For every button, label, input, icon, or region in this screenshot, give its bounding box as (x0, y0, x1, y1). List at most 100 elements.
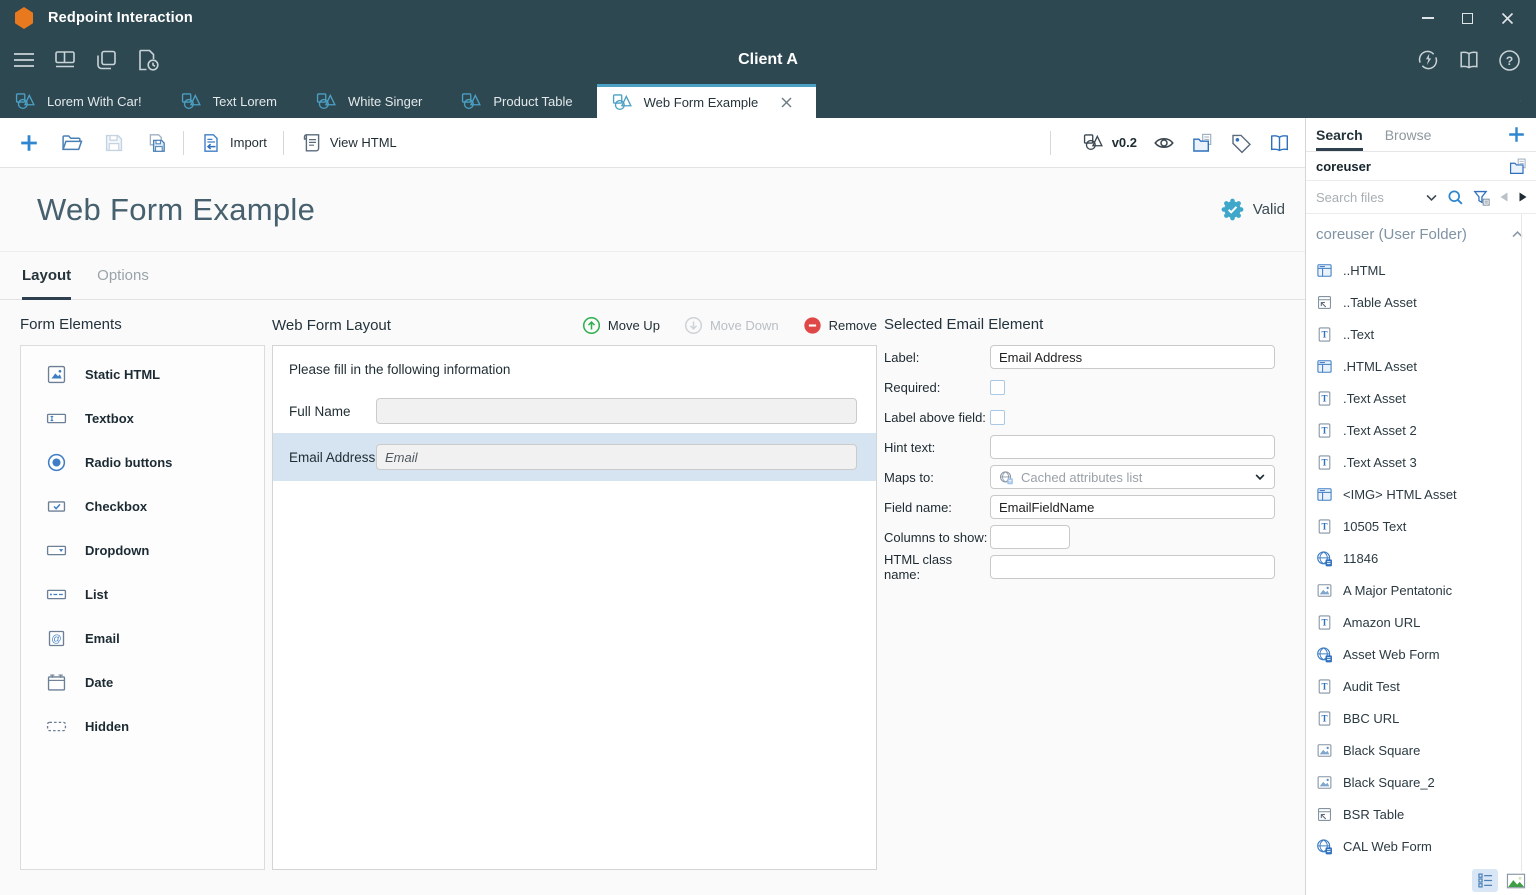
next-arrow-icon[interactable] (1518, 191, 1528, 203)
file-list-scrollbar[interactable] (1521, 214, 1522, 871)
maximize-icon[interactable] (1462, 13, 1473, 24)
form-element-date[interactable]: Date (21, 660, 264, 704)
more-tabs-icon[interactable] (1520, 94, 1536, 108)
import-icon (200, 132, 222, 154)
help-icon[interactable]: ? (1498, 49, 1521, 72)
list-item[interactable]: Asset Web Form (1306, 638, 1521, 670)
gallery-view-button[interactable] (1503, 869, 1529, 892)
hint-text-input[interactable] (990, 435, 1275, 459)
import-label: Import (230, 135, 267, 150)
workspace-panels-icon[interactable] (52, 47, 78, 73)
documentation-book-icon[interactable] (1457, 48, 1481, 72)
folder-document-icon[interactable] (1191, 132, 1214, 154)
form-element-hidden[interactable]: Hidden (21, 704, 264, 748)
tab-label: Text Lorem (213, 94, 277, 109)
remove-button[interactable]: Remove (803, 316, 877, 335)
toolbar-divider (1050, 131, 1051, 155)
form-element-static-html[interactable]: Static HTML (21, 352, 264, 396)
form-element-list[interactable]: List (21, 572, 264, 616)
web-form-asset-icon (1316, 646, 1333, 663)
tab-close-icon[interactable] (781, 97, 792, 108)
chevron-down-icon[interactable] (1425, 191, 1438, 204)
list-item[interactable]: 11846 (1306, 542, 1521, 574)
label-above-field-checkbox[interactable] (990, 410, 1005, 425)
list-item[interactable]: A Major Pentatonic (1306, 574, 1521, 606)
field-name-input[interactable] (990, 495, 1275, 519)
list-item-label: 10505 Text (1343, 519, 1406, 534)
version-button[interactable]: v0.2 (1083, 133, 1137, 152)
view-html-button[interactable]: View HTML (300, 132, 397, 154)
prev-arrow-icon (1499, 191, 1509, 203)
list-item-label: A Major Pentatonic (1343, 583, 1452, 598)
label-field-input[interactable] (990, 345, 1275, 369)
list-item[interactable]: ..HTML (1306, 254, 1521, 286)
list-item[interactable]: .HTML Asset (1306, 350, 1521, 382)
html-class-name-input[interactable] (990, 555, 1275, 579)
hidden-icon (45, 715, 68, 738)
list-item[interactable]: T .Text Asset (1306, 382, 1521, 414)
form-element-radio-buttons[interactable]: Radio buttons (21, 440, 264, 484)
list-item[interactable]: T Audit Test (1306, 670, 1521, 702)
form-element-textbox[interactable]: Textbox (21, 396, 264, 440)
save-copy-icon[interactable] (145, 132, 167, 154)
form-row-email-address[interactable]: Email Address (273, 433, 876, 481)
list-item[interactable]: <IMG> HTML Asset (1306, 478, 1521, 510)
import-button[interactable]: Import (200, 132, 267, 154)
document-history-icon[interactable] (134, 47, 162, 73)
list-item[interactable]: T ..Text (1306, 318, 1521, 350)
add-icon[interactable] (18, 132, 40, 154)
maps-to-select[interactable]: Cached attributes list (990, 465, 1275, 489)
hamburger-menu-icon[interactable] (11, 47, 37, 73)
list-item[interactable]: T Amazon URL (1306, 606, 1521, 638)
list-item-label: Asset Web Form (1343, 647, 1440, 662)
email-input[interactable] (376, 444, 857, 470)
list-item[interactable]: T BBC URL (1306, 702, 1521, 734)
search-query-input[interactable] (1316, 159, 1508, 174)
tag-icon[interactable] (1230, 132, 1252, 154)
list-item[interactable]: T .Text Asset 3 (1306, 446, 1521, 478)
list-view-button[interactable] (1472, 869, 1498, 892)
add-asset-icon[interactable] (1507, 125, 1526, 144)
required-checkbox[interactable] (990, 380, 1005, 395)
search-query-row (1306, 152, 1536, 181)
search-files-input[interactable] (1316, 190, 1416, 205)
tab-search[interactable]: Search (1316, 118, 1363, 151)
form-element-label: Radio buttons (85, 455, 172, 470)
preview-eye-icon[interactable] (1153, 132, 1175, 154)
sync-power-icon[interactable] (1416, 48, 1440, 72)
tab-lorem-with-car[interactable]: Lorem With Car! (0, 84, 166, 118)
tab-browse[interactable]: Browse (1385, 118, 1432, 151)
folder-header[interactable]: coreuser (User Folder) (1306, 214, 1536, 254)
tab-product-table[interactable]: Product Table (446, 84, 596, 118)
list-item[interactable]: T 10505 Text (1306, 510, 1521, 542)
list-item[interactable]: Black Square (1306, 734, 1521, 766)
folder-document-icon[interactable] (1508, 157, 1528, 176)
search-icon[interactable] (1447, 189, 1464, 206)
list-item[interactable]: ..Table Asset (1306, 286, 1521, 318)
form-element-checkbox[interactable]: Checkbox (21, 484, 264, 528)
tab-white-singer[interactable]: White Singer (301, 84, 446, 118)
tab-web-form-example[interactable]: Web Form Example (597, 84, 817, 118)
list-item[interactable]: BSR Table (1306, 798, 1521, 830)
tab-text-lorem[interactable]: Text Lorem (166, 84, 301, 118)
form-element-email[interactable]: @ Email (21, 616, 264, 660)
form-element-dropdown[interactable]: Dropdown (21, 528, 264, 572)
reference-book-icon[interactable] (1268, 132, 1291, 154)
tab-options[interactable]: Options (97, 252, 149, 299)
copy-pages-icon[interactable] (93, 47, 119, 73)
close-icon[interactable] (1501, 12, 1514, 25)
chevron-up-icon[interactable] (1511, 228, 1524, 241)
list-item-label: ..HTML (1343, 263, 1386, 278)
form-row-full-name[interactable]: Full Name (273, 389, 876, 433)
tab-label: Web Form Example (644, 95, 759, 110)
list-item[interactable]: T .Text Asset 2 (1306, 414, 1521, 446)
list-item[interactable]: Black Square_2 (1306, 766, 1521, 798)
filter-files-icon[interactable] (1473, 189, 1490, 206)
move-up-button[interactable]: Move Up (582, 316, 660, 335)
tab-layout[interactable]: Layout (22, 252, 71, 299)
open-folder-icon[interactable] (60, 132, 83, 154)
columns-to-show-input[interactable] (990, 525, 1070, 549)
list-item[interactable]: CAL Web Form (1306, 830, 1521, 862)
minimize-icon[interactable] (1422, 17, 1434, 19)
full-name-input[interactable] (376, 398, 857, 424)
